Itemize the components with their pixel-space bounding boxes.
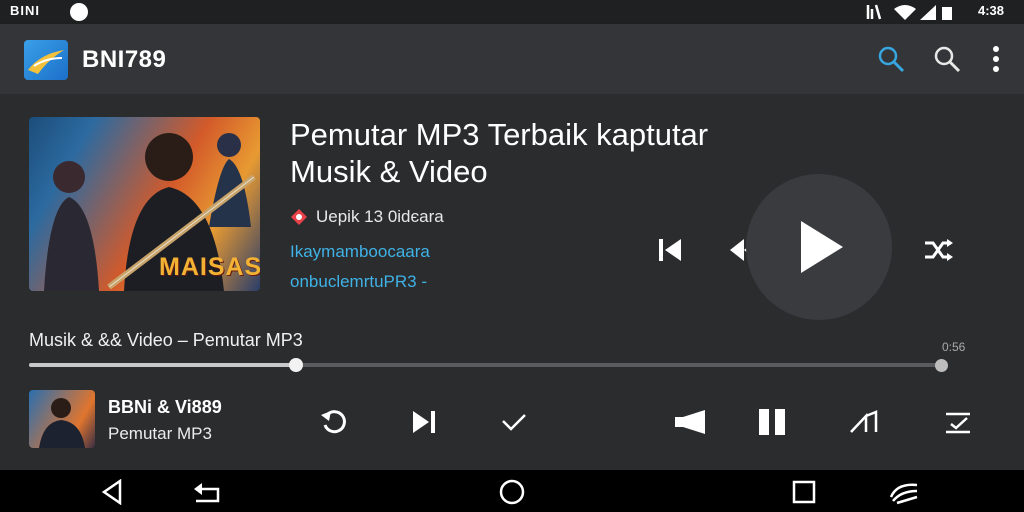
search-button[interactable] bbox=[871, 39, 911, 79]
mini-album-art[interactable] bbox=[29, 390, 95, 448]
source-link-1[interactable]: Ikaymamboocaara bbox=[290, 242, 430, 262]
source-row: Uepik 13 0idєara bbox=[290, 207, 444, 227]
clock: 4:38 bbox=[978, 3, 1005, 18]
pause-button[interactable] bbox=[752, 402, 792, 442]
search-icon bbox=[934, 46, 961, 73]
player-panel: MAISAS Pemutar MP3 Terbaik kaptutar Musi… bbox=[0, 94, 1024, 470]
carrier-label: BINI bbox=[10, 3, 40, 18]
shuffle-button[interactable] bbox=[918, 230, 958, 270]
source-link-2[interactable]: onbuclemrtuPR3 - bbox=[290, 272, 427, 292]
nav-recents-button[interactable] bbox=[788, 476, 820, 508]
mini-player-subtitle: Pemutar MP3 bbox=[108, 424, 212, 443]
check-icon bbox=[502, 414, 526, 431]
skip-next-icon bbox=[413, 411, 435, 433]
seek-progress bbox=[29, 363, 297, 367]
song-title: Pemutar MP3 Terbaik kaptutar Musik & Vid… bbox=[290, 117, 709, 189]
volume-button[interactable] bbox=[670, 402, 710, 442]
app-title: BNI789 bbox=[82, 46, 167, 73]
mini-album-illustration bbox=[39, 398, 85, 448]
skip-previous-icon bbox=[659, 239, 681, 261]
seek-thumb[interactable] bbox=[289, 358, 304, 372]
undo-icon bbox=[194, 483, 220, 503]
volume-icon bbox=[675, 410, 705, 434]
trend-icon bbox=[850, 410, 878, 433]
nav-undo-button[interactable] bbox=[190, 476, 222, 508]
skip-previous-button[interactable] bbox=[650, 230, 690, 270]
equalizer-button[interactable] bbox=[938, 402, 978, 442]
signal-wifi-battery-icons bbox=[866, 4, 952, 20]
search-icon bbox=[878, 46, 905, 73]
system-nav-bar bbox=[0, 470, 1024, 512]
mini-player-title: BBNi & Vi889 bbox=[108, 397, 222, 417]
nav-cast-button[interactable] bbox=[886, 476, 922, 508]
home-icon bbox=[499, 479, 525, 505]
track-label: Musik & && Video – Pemutar MP3 bbox=[29, 330, 303, 350]
status-bar: BINI 4:38 bbox=[0, 0, 1024, 24]
back-icon bbox=[101, 479, 122, 505]
play-button[interactable] bbox=[746, 174, 892, 320]
replay-icon bbox=[321, 410, 346, 434]
equalizer-icon bbox=[946, 412, 970, 434]
seek-end-marker bbox=[935, 359, 948, 372]
pause-icon bbox=[759, 409, 785, 435]
cast-icon bbox=[889, 483, 918, 505]
total-time: 0:56 bbox=[942, 340, 966, 354]
seek-bar[interactable] bbox=[29, 358, 941, 372]
skip-next-button[interactable] bbox=[404, 402, 444, 442]
nav-home-button[interactable] bbox=[496, 476, 528, 508]
check-button[interactable] bbox=[494, 402, 534, 442]
source-icon bbox=[291, 209, 307, 225]
app-bar: BNI789 bbox=[0, 24, 1024, 94]
nav-back-button[interactable] bbox=[96, 476, 128, 508]
play-icon bbox=[801, 221, 843, 273]
search-button-secondary[interactable] bbox=[927, 39, 967, 79]
app-logo bbox=[24, 40, 68, 80]
shuffle-icon bbox=[925, 239, 953, 261]
album-art[interactable]: MAISAS bbox=[29, 117, 260, 291]
recents-icon bbox=[792, 480, 816, 504]
album-art-caption: MAISAS bbox=[159, 253, 260, 281]
more-vertical-icon bbox=[993, 46, 999, 72]
overflow-menu-button[interactable] bbox=[976, 39, 1016, 79]
trend-button[interactable] bbox=[844, 402, 884, 442]
notification-icon bbox=[70, 3, 88, 21]
source-text: Uepik 13 0idєara bbox=[316, 207, 444, 226]
replay-button[interactable] bbox=[314, 402, 354, 442]
